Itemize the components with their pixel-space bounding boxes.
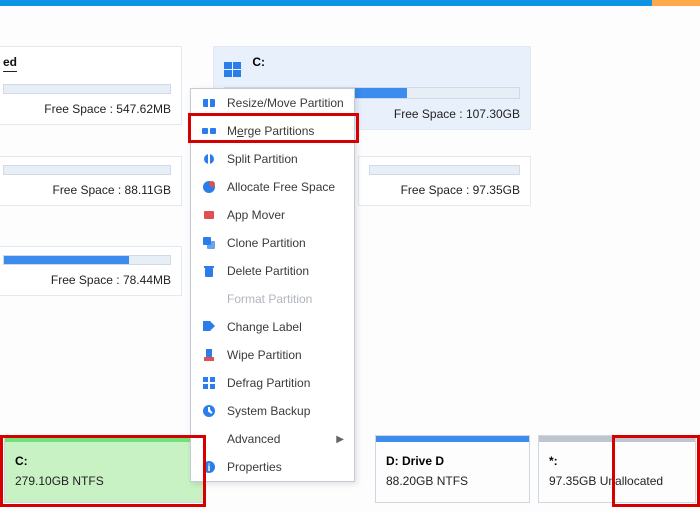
ctx-label: Resize/Move Partition (227, 96, 344, 110)
ctx-label: App Mover (227, 208, 285, 222)
partition-title: *: (549, 454, 685, 468)
panel-header: ed (3, 55, 17, 72)
ctx-label: Format Partition (227, 292, 312, 306)
free-space-label: Free Space : 88.11GB (3, 183, 171, 197)
ctx-change-label[interactable]: Change Label (191, 313, 354, 341)
ctx-resize-move[interactable]: Resize/Move Partition (191, 89, 354, 117)
usage-bar (3, 84, 171, 94)
partition-context-menu: Resize/Move Partition Merge Partitions S… (190, 88, 355, 482)
ctx-format-partition: Format Partition (191, 285, 354, 313)
partition-block-d[interactable]: D: Drive D 88.20GB NTFS (375, 435, 530, 503)
ctx-label: System Backup (227, 404, 310, 418)
usage-bar (3, 165, 171, 175)
partition-panel-3: Free Space : 78.44MB (0, 246, 182, 296)
svg-text:i: i (208, 463, 211, 474)
partition-block-c[interactable]: C: 279.10GB NTFS (4, 435, 204, 503)
partition-panel-reserved: ed Free Space : 547.62MB (0, 46, 182, 125)
partition-panel-5: Free Space : 97.35GB (358, 156, 531, 206)
usage-bar (3, 255, 171, 265)
format-icon (201, 291, 217, 307)
ctx-label: Defrag Partition (227, 376, 310, 390)
windows-flag-icon (224, 62, 241, 77)
advanced-icon (201, 431, 217, 447)
tag-icon (201, 319, 217, 335)
app-mover-icon (201, 207, 217, 223)
backup-icon (201, 403, 217, 419)
resize-icon (201, 95, 217, 111)
partition-title: D: Drive D (386, 454, 519, 468)
ctx-wipe-partition[interactable]: Wipe Partition (191, 341, 354, 369)
trash-icon (201, 263, 217, 279)
split-icon (201, 151, 217, 167)
free-space-label: Free Space : 78.44MB (3, 273, 171, 287)
ctx-app-mover[interactable]: App Mover (191, 201, 354, 229)
ctx-properties[interactable]: i Properties (191, 453, 354, 481)
ctx-label: Merge Partitions (227, 124, 314, 138)
ctx-system-backup[interactable]: System Backup (191, 397, 354, 425)
drive-letter: C: (252, 55, 265, 69)
ctx-label: Change Label (227, 320, 302, 334)
ctx-split-partition[interactable]: Split Partition (191, 145, 354, 173)
ctx-label: Split Partition (227, 152, 298, 166)
free-space-label: Free Space : 547.62MB (3, 102, 171, 116)
free-space-label: Free Space : 97.35GB (369, 183, 520, 197)
partition-panel-2: Free Space : 88.11GB (0, 156, 182, 206)
ctx-delete-partition[interactable]: Delete Partition (191, 257, 354, 285)
ctx-merge-partitions[interactable]: Merge Partitions (191, 117, 354, 145)
defrag-icon (201, 375, 217, 391)
ctx-advanced[interactable]: Advanced ▶ (191, 425, 354, 453)
ctx-label: Clone Partition (227, 236, 306, 250)
usage-bar (369, 165, 520, 175)
ctx-allocate-free-space[interactable]: Allocate Free Space (191, 173, 354, 201)
ctx-clone-partition[interactable]: Clone Partition (191, 229, 354, 257)
ctx-defrag-partition[interactable]: Defrag Partition (191, 369, 354, 397)
partition-subtitle: 88.20GB NTFS (386, 474, 519, 488)
info-icon: i (201, 459, 217, 475)
ctx-label: Advanced (227, 432, 280, 446)
ctx-label: Delete Partition (227, 264, 309, 278)
panel-header: C: (224, 55, 520, 77)
ctx-label: Allocate Free Space (227, 180, 335, 194)
wipe-icon (201, 347, 217, 363)
partition-subtitle: 279.10GB NTFS (15, 474, 193, 488)
chevron-right-icon: ▶ (336, 434, 344, 445)
clone-icon (201, 235, 217, 251)
allocate-icon (201, 179, 217, 195)
ctx-label: Properties (227, 460, 282, 474)
partition-block-unallocated[interactable]: *: 97.35GB Unallocated (538, 435, 696, 503)
merge-icon (201, 123, 217, 139)
partition-title: C: (15, 454, 193, 468)
partition-subtitle: 97.35GB Unallocated (549, 474, 685, 488)
ctx-label: Wipe Partition (227, 348, 302, 362)
